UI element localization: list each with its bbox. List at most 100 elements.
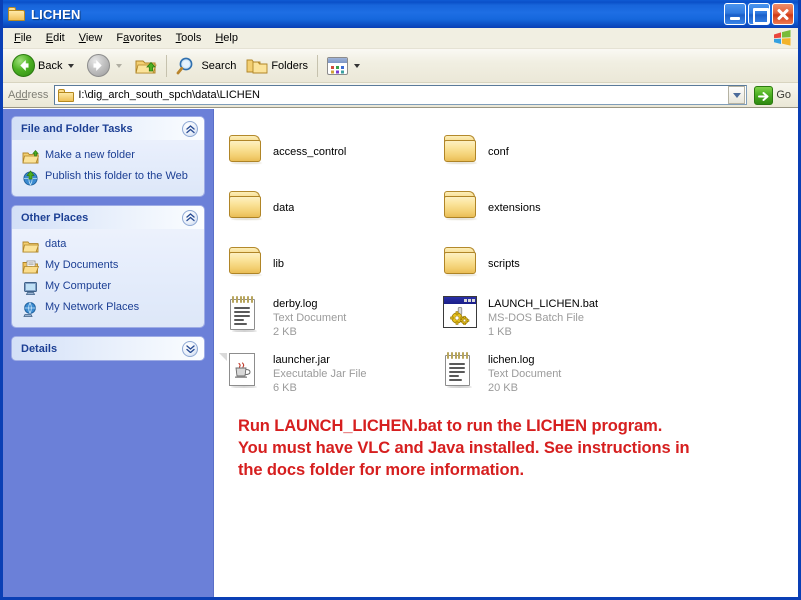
windows-flag-icon xyxy=(772,30,792,47)
folders-button[interactable]: Folders xyxy=(241,52,313,80)
file-name: access_control xyxy=(273,145,347,158)
search-button[interactable]: Search xyxy=(171,52,241,80)
place-label: data xyxy=(45,238,67,250)
maximize-button[interactable] xyxy=(748,3,770,25)
address-dropdown-button[interactable] xyxy=(728,86,746,104)
place-label: My Network Places xyxy=(45,301,140,313)
jar-file-icon xyxy=(219,352,264,388)
chevron-down-icon[interactable] xyxy=(182,340,198,357)
minimize-button[interactable] xyxy=(724,3,746,25)
folder-icon xyxy=(228,245,264,281)
chevron-up-icon[interactable] xyxy=(182,120,198,137)
window-folder-icon xyxy=(8,7,25,21)
my-computer-icon xyxy=(22,280,39,296)
menu-tools[interactable]: Tools xyxy=(169,30,209,46)
my-documents-icon xyxy=(22,259,40,275)
back-arrow-icon xyxy=(12,54,35,77)
folder-icon xyxy=(228,133,264,169)
back-button[interactable]: Back xyxy=(7,52,82,80)
go-label: Go xyxy=(776,89,791,101)
list-item[interactable]: derby.log Text Document 2 KB xyxy=(224,291,439,347)
list-item[interactable]: conf xyxy=(439,123,654,179)
place-my-computer[interactable]: My Computer xyxy=(22,277,196,298)
file-size: 6 KB xyxy=(273,382,297,394)
chevron-up-icon[interactable] xyxy=(182,209,198,226)
new-folder-icon xyxy=(22,149,40,165)
address-label: Address xyxy=(8,89,49,101)
panel-body-other-places: data My Documents My Computer My Network… xyxy=(12,229,204,327)
back-label: Back xyxy=(38,59,63,72)
task-publish-to-web[interactable]: Publish this folder to the Web xyxy=(22,167,196,188)
place-data[interactable]: data xyxy=(22,235,196,256)
file-list[interactable]: access_control conf data extensions lib … xyxy=(214,109,798,597)
file-type: Text Document xyxy=(273,312,347,324)
file-name: lichen.log xyxy=(488,354,535,366)
up-folder-icon xyxy=(135,56,158,76)
menu-edit[interactable]: Edit xyxy=(39,30,72,46)
views-icon xyxy=(327,56,349,75)
forward-dropdown-icon[interactable] xyxy=(116,63,123,68)
close-button[interactable] xyxy=(772,3,794,25)
folder-icon xyxy=(22,238,40,254)
folder-icon xyxy=(443,133,479,169)
toolbar-separator-2 xyxy=(317,54,319,77)
instruction-line-3: the docs folder for more information. xyxy=(238,461,524,479)
list-item[interactable]: data xyxy=(224,179,439,235)
panel-title: File and Folder Tasks xyxy=(21,122,133,135)
list-item[interactable]: lichen.log Text Document 20 KB xyxy=(439,347,654,403)
panel-header-file-and-folder-tasks[interactable]: File and Folder Tasks xyxy=(12,117,204,140)
chevron-down-icon xyxy=(732,92,741,98)
publish-web-icon xyxy=(22,170,39,186)
list-item[interactable]: scripts xyxy=(439,235,654,291)
menu-bar: FFileile Edit View Favorites Tools Help xyxy=(3,28,798,49)
back-dropdown-icon[interactable] xyxy=(68,63,75,68)
views-button[interactable] xyxy=(322,52,368,80)
task-label: Publish this folder to the Web xyxy=(45,170,188,182)
menu-view[interactable]: View xyxy=(72,30,110,46)
title-bar: LICHEN xyxy=(3,0,798,28)
place-my-documents[interactable]: My Documents xyxy=(22,256,196,277)
list-item[interactable]: LAUNCH_LICHEN.bat MS-DOS Batch File 1 KB xyxy=(439,291,654,347)
place-my-network-places[interactable]: My Network Places xyxy=(22,298,196,319)
file-name: launcher.jar xyxy=(273,354,330,366)
file-name: scripts xyxy=(488,257,520,270)
folder-icon xyxy=(443,245,479,281)
task-make-new-folder[interactable]: Make a new folder xyxy=(22,146,196,167)
network-places-icon xyxy=(22,301,39,317)
list-item[interactable]: launcher.jar Executable Jar File 6 KB xyxy=(219,347,439,403)
instruction-line-2: You must have VLC and Java installed. Se… xyxy=(238,439,690,457)
panel-details: Details xyxy=(12,337,204,360)
address-folder-icon xyxy=(58,88,75,102)
panel-header-details[interactable]: Details xyxy=(12,337,204,360)
address-path: I:\dig_arch_south_spch\data\LICHEN xyxy=(78,89,260,101)
forward-button[interactable] xyxy=(82,52,130,80)
menu-file[interactable]: FFileile xyxy=(7,30,39,46)
file-name: extensions xyxy=(488,201,541,214)
text-document-icon xyxy=(443,352,479,388)
toolbar: Back Search Folders xyxy=(3,49,798,83)
file-size: 2 KB xyxy=(273,326,297,338)
up-button[interactable] xyxy=(130,52,162,80)
file-name: conf xyxy=(488,145,509,158)
panel-header-other-places[interactable]: Other Places xyxy=(12,206,204,229)
folder-icon xyxy=(443,189,479,225)
list-item[interactable]: access_control xyxy=(224,123,439,179)
toolbar-separator-1 xyxy=(166,54,168,77)
panel-title: Details xyxy=(21,342,58,355)
list-item[interactable]: extensions xyxy=(439,179,654,235)
address-bar: Address I:\dig_arch_south_spch\data\LICH… xyxy=(3,83,798,108)
views-dropdown-icon[interactable] xyxy=(354,63,361,68)
menu-help[interactable]: Help xyxy=(208,30,245,46)
file-type: Text Document xyxy=(488,368,562,380)
task-label: Make a new folder xyxy=(45,149,135,161)
panel-other-places: Other Places data My Documents My Comput… xyxy=(12,206,204,327)
explorer-body: File and Folder Tasks Make a new folder … xyxy=(3,108,798,597)
address-input[interactable]: I:\dig_arch_south_spch\data\LICHEN xyxy=(54,85,748,105)
instruction-line-1: Run LAUNCH_LICHEN.bat to run the LICHEN … xyxy=(238,417,663,435)
file-size: 1 KB xyxy=(488,326,512,338)
go-button[interactable]: Go xyxy=(751,84,796,106)
batch-file-icon xyxy=(443,296,479,332)
list-item[interactable]: lib xyxy=(224,235,439,291)
place-label: My Documents xyxy=(45,259,119,271)
menu-favorites[interactable]: Favorites xyxy=(109,30,168,46)
